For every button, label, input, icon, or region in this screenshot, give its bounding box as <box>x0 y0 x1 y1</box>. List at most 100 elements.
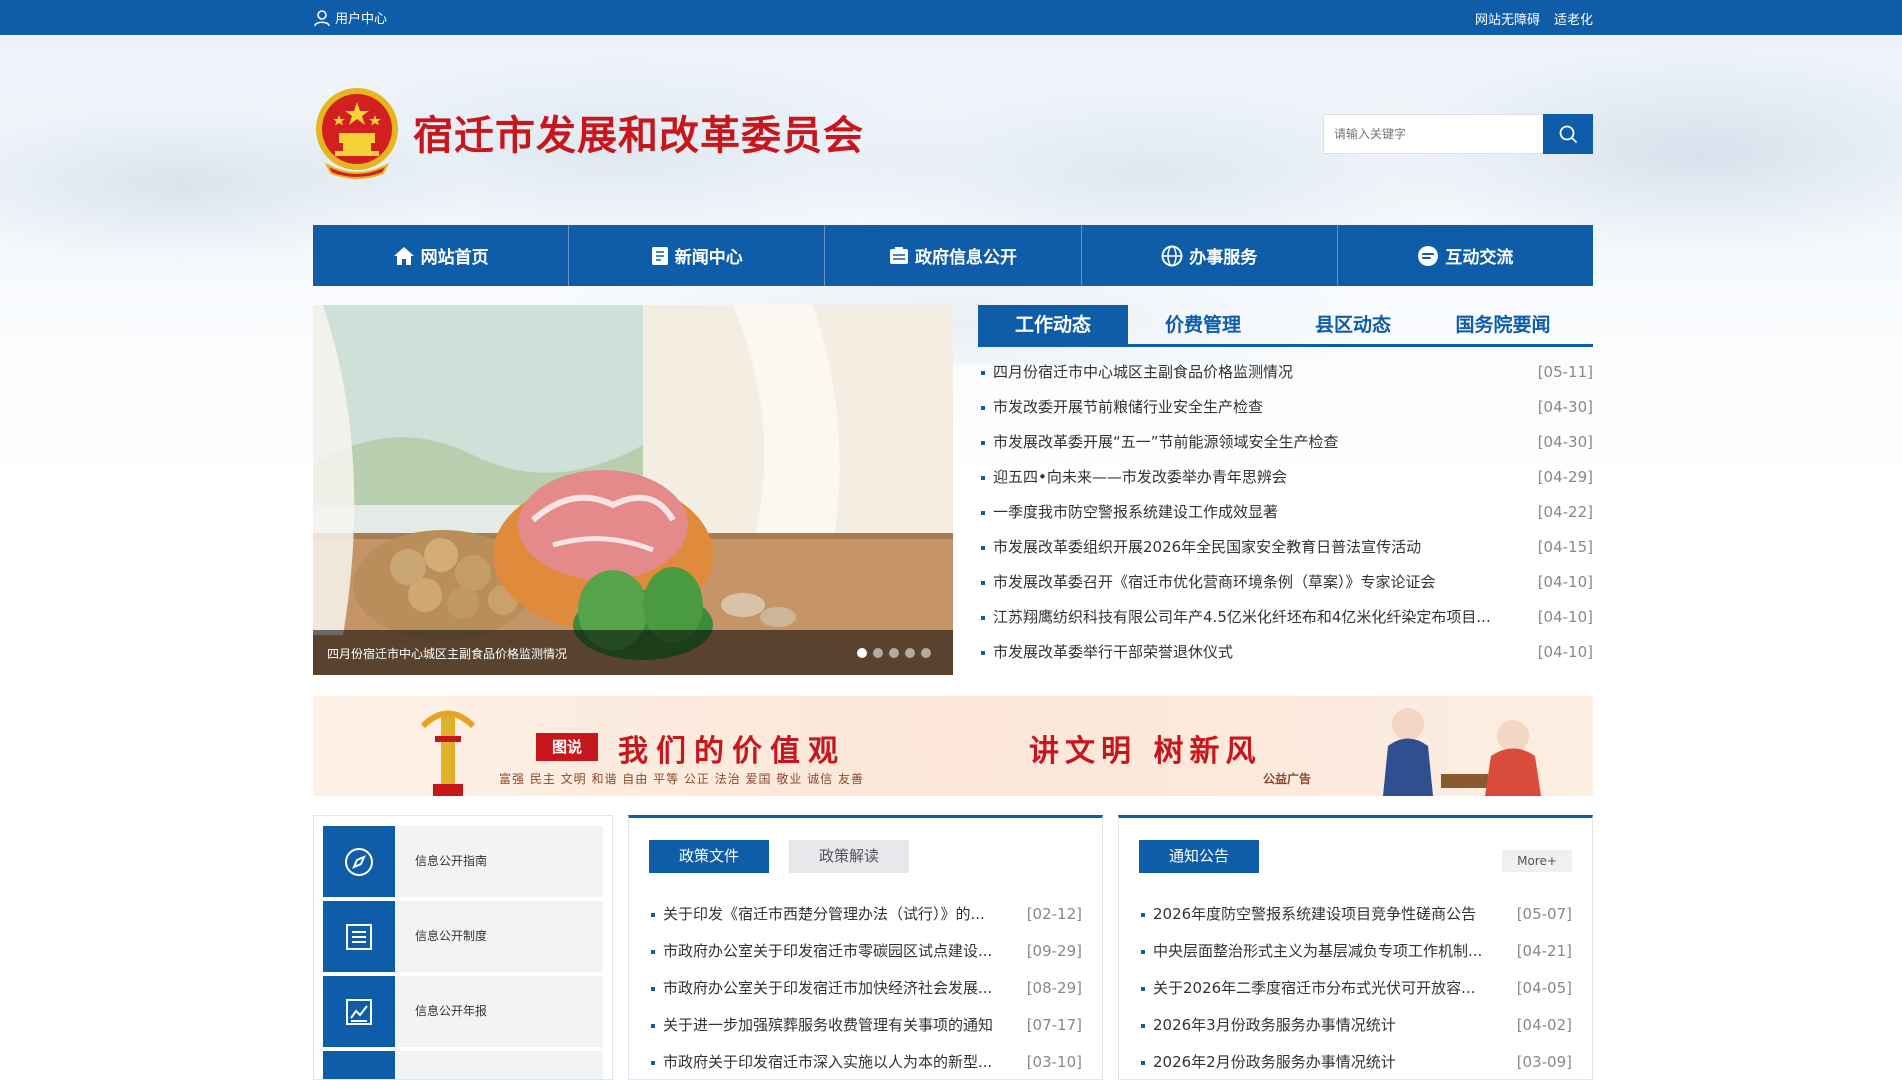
user-center-label: 用户中心 <box>335 12 388 27</box>
news-date: [04-22] <box>1537 503 1593 521</box>
slide-dot[interactable] <box>857 648 867 658</box>
tab-policy-interpretation[interactable]: 政策解读 <box>789 840 909 873</box>
home-icon <box>393 246 414 265</box>
user-center-link[interactable]: 用户中心 <box>313 8 387 27</box>
policy-date: [03-10] <box>1026 1053 1082 1071</box>
policy-item[interactable]: 市政府关于印发宿迁市深入实施以人为本的新型... [03-10] <box>649 1044 1082 1079</box>
policy-item[interactable]: 关于印发《宿迁市西楚分管理办法（试行）》的... [02-12] <box>649 896 1082 933</box>
notice-item[interactable]: 中央层面整治形式主义为基层减负专项工作机制... [04-21] <box>1139 933 1572 970</box>
folder-icon <box>346 1078 372 1079</box>
slide-caption-bar: 四月份宿迁市中心城区主副食品价格监测情况 <box>313 630 953 675</box>
slide-image <box>313 305 953 675</box>
search-button[interactable] <box>1543 114 1593 154</box>
notice-item[interactable]: 2026年度防空警报系统建设项目竞争性磋商公告 [05-07] <box>1139 896 1572 933</box>
slide-dots <box>857 648 931 658</box>
news-date: [04-29] <box>1537 468 1593 486</box>
globe-icon <box>1161 245 1183 266</box>
notice-date: [04-05] <box>1516 979 1572 997</box>
core-values-text: 富强 民主 文明 和谐 自由 平等 公正 法治 爱国 敬业 诚信 友善 <box>499 772 864 786</box>
news-title: 江苏翔鹰纺织科技有限公司年产4.5亿米化纤坯布和4亿米化纤染定布项目... <box>993 608 1491 626</box>
nav-label: 政府信息公开 <box>915 248 1017 268</box>
news-item[interactable]: 市发展改革委举行干部荣誉退休仪式 [04-10] <box>978 635 1593 670</box>
notice-box: 通知公告 More+ 2026年度防空警报系统建设项目竞争性磋商公告 [05-07… <box>1118 815 1593 1080</box>
compass-icon <box>345 847 373 876</box>
policy-item[interactable]: 市政府办公室关于印发宿迁市加快经济社会发展... [08-29] <box>649 970 1082 1007</box>
news-tabs: 工作动态 价费管理 县区动态 国务院要闻 <box>978 305 1593 347</box>
policy-date: [08-29] <box>1026 979 1082 997</box>
sidebar-item-system[interactable]: 信息公开制度 <box>323 901 603 972</box>
figures-illustration-icon <box>1383 708 1541 796</box>
policy-title: 关于进一步加强殡葬服务收费管理有关事项的通知 <box>663 1016 994 1034</box>
image-slider[interactable]: 四月份宿迁市中心城区主副食品价格监测情况 <box>313 305 953 675</box>
news-item[interactable]: 一季度我市防空警报系统建设工作成效显著 [04-22] <box>978 495 1593 530</box>
nav-label: 新闻中心 <box>674 248 743 268</box>
news-panel: 工作动态 价费管理 县区动态 国务院要闻 四月份宿迁市中心城区主副食品价格监测情… <box>978 305 1593 675</box>
national-emblem-icon <box>316 88 398 179</box>
policy-item[interactable]: 市政府办公室关于印发宿迁市零碳园区试点建设... [09-29] <box>649 933 1082 970</box>
news-item[interactable]: 市发展改革委组织开展2026年全民国家安全教育日普法宣传活动 [04-15] <box>978 530 1593 565</box>
tab-county-updates[interactable]: 县区动态 <box>1278 305 1428 344</box>
notice-date: [04-02] <box>1516 1016 1572 1034</box>
policy-item[interactable]: 关于进一步加强殡葬服务收费管理有关事项的通知 [07-17] <box>649 1007 1082 1044</box>
tab-notices[interactable]: 通知公告 <box>1139 840 1259 873</box>
tab-price-management[interactable]: 价费管理 <box>1128 305 1278 344</box>
sidebar-item-annual-report[interactable]: 信息公开年报 <box>323 976 603 1047</box>
nav-label: 办事服务 <box>1189 248 1258 268</box>
tab-state-council-news[interactable]: 国务院要闻 <box>1428 305 1578 344</box>
notice-item[interactable]: 2026年3月份政务服务办事情况统计 [04-02] <box>1139 1007 1572 1044</box>
news-item[interactable]: 市发改委开展节前粮储行业安全生产检查 [04-30] <box>978 390 1593 425</box>
tab-work-updates[interactable]: 工作动态 <box>978 305 1128 344</box>
notice-date: [04-21] <box>1516 942 1572 960</box>
news-item[interactable]: 四月份宿迁市中心城区主副食品价格监测情况 [05-11] <box>978 355 1593 390</box>
notice-item[interactable]: 关于2026年二季度宿迁市分布式光伏可开放容... [04-05] <box>1139 970 1572 1007</box>
sidebar-item-guide[interactable]: 信息公开指南 <box>323 826 603 897</box>
notice-date: [05-07] <box>1516 905 1572 923</box>
news-item[interactable]: 江苏翔鹰纺织科技有限公司年产4.5亿米化纤坯布和4亿米化纤染定布项目... [04… <box>978 600 1593 635</box>
elderly-mode-link[interactable]: 适老化 <box>1554 9 1593 28</box>
news-date: [04-30] <box>1537 433 1593 451</box>
list-icon <box>346 923 372 950</box>
slide-dot[interactable] <box>873 648 883 658</box>
news-title: 迎五四•向未来——市发改委举办青年思辨会 <box>993 468 1287 486</box>
news-title: 四月份宿迁市中心城区主副食品价格监测情况 <box>993 363 1294 381</box>
nav-services[interactable]: 办事服务 <box>1082 225 1338 286</box>
news-title: 市发展改革委开展“五一”节前能源领域安全生产检查 <box>993 433 1339 451</box>
banner-slogan-civility: 讲文明 树新风 <box>1029 734 1262 769</box>
policy-title: 关于印发《宿迁市西楚分管理办法（试行）》的... <box>663 905 985 923</box>
news-date: [04-10] <box>1537 643 1593 661</box>
chat-icon <box>1418 245 1439 266</box>
public-service-banner[interactable]: 图说 我们的价值观 富强 民主 文明 和谐 自由 平等 公正 法治 爱国 敬业 … <box>313 696 1593 796</box>
notice-title: 中央层面整治形式主义为基层减负专项工作机制... <box>1153 942 1483 960</box>
accessibility-link[interactable]: 网站无障碍 <box>1475 9 1540 28</box>
nav-news-center[interactable]: 新闻中心 <box>569 225 826 286</box>
tab-policy-documents[interactable]: 政策文件 <box>649 840 769 873</box>
policy-box: 政策文件 政策解读 关于印发《宿迁市西楚分管理办法（试行）》的... [02-12… <box>628 815 1103 1080</box>
notice-item[interactable]: 2026年2月份政务服务办事情况统计 [03-09] <box>1139 1044 1572 1079</box>
nav-gov-info[interactable]: 政府信息公开 <box>825 225 1082 286</box>
policy-date: [09-29] <box>1026 942 1082 960</box>
news-title: 市发展改革委举行干部荣誉退休仪式 <box>993 643 1234 661</box>
notice-list: 2026年度防空警报系统建设项目竞争性磋商公告 [05-07] 中央层面整治形式主… <box>1139 896 1572 1079</box>
news-title: 市发展改革委召开《宿迁市优化营商环境条例（草案）》专家论证会 <box>993 573 1436 591</box>
nav-home[interactable]: 网站首页 <box>313 225 570 286</box>
slide-dot[interactable] <box>905 648 915 658</box>
user-icon <box>314 9 330 26</box>
news-item[interactable]: 迎五四•向未来——市发改委举办青年思辨会 [04-29] <box>978 460 1593 495</box>
nav-interaction[interactable]: 互动交流 <box>1338 225 1593 286</box>
news-item[interactable]: 市发展改革委开展“五一”节前能源领域安全生产检查 [04-30] <box>978 425 1593 460</box>
sidebar-item-label: 信息公开制度 <box>395 901 603 972</box>
search-input[interactable] <box>1323 114 1543 154</box>
news-date: [04-30] <box>1537 398 1593 416</box>
more-button[interactable]: More+ <box>1502 850 1572 872</box>
notice-date: [03-09] <box>1516 1053 1572 1071</box>
sidebar-item-label: 信息公开年报 <box>395 976 603 1047</box>
slide-dot[interactable] <box>921 648 931 658</box>
notice-title: 2026年度防空警报系统建设项目竞争性磋商公告 <box>1153 905 1477 923</box>
notice-title: 2026年3月份政务服务办事情况统计 <box>1153 1016 1396 1034</box>
policy-date: [02-12] <box>1026 905 1082 923</box>
news-item[interactable]: 市发展改革委召开《宿迁市优化营商环境条例（草案）》专家论证会 [04-10] <box>978 565 1593 600</box>
news-list: 四月份宿迁市中心城区主副食品价格监测情况 [05-11] 市发改委开展节前粮储行业… <box>978 355 1593 670</box>
slide-caption[interactable]: 四月份宿迁市中心城区主副食品价格监测情况 <box>327 645 567 662</box>
sidebar-item-more[interactable] <box>323 1051 603 1079</box>
slide-dot[interactable] <box>889 648 899 658</box>
